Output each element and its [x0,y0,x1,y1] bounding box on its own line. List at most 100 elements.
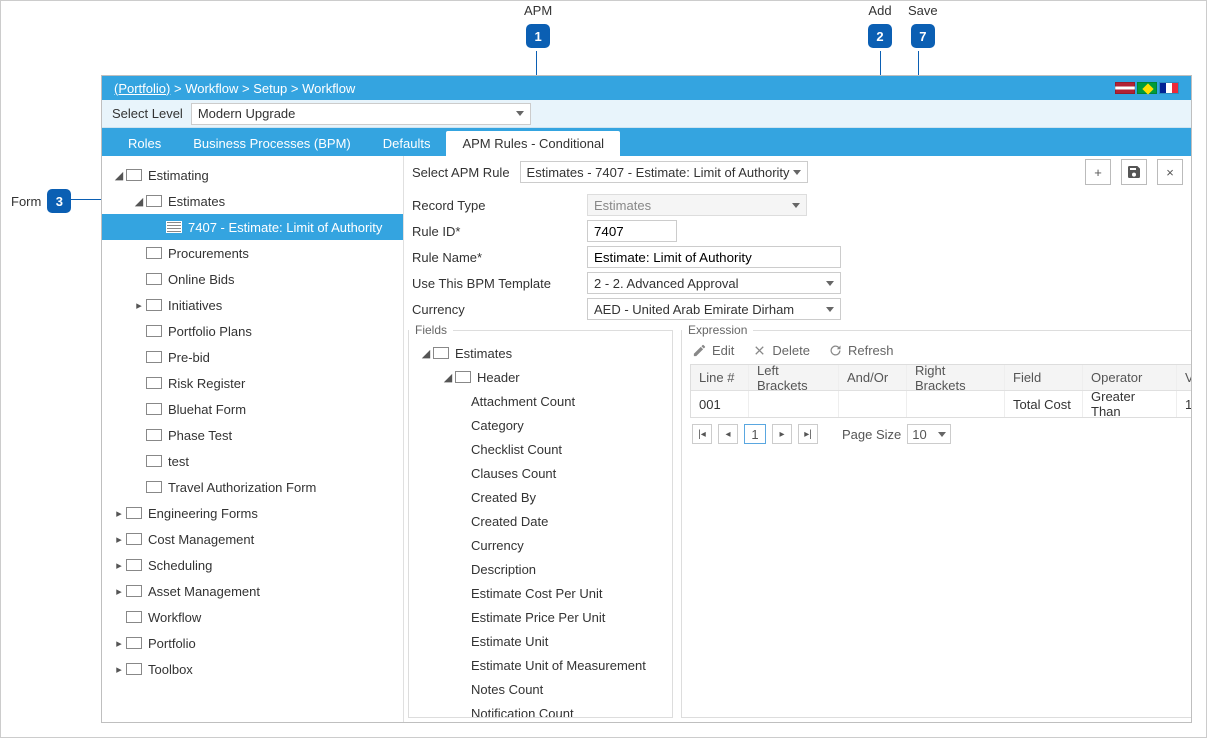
tree-item-estimates[interactable]: ◢Estimates [102,188,403,214]
folder-icon [126,637,142,649]
fields-item-label: Category [471,418,524,433]
tree-item-portfolio-plans[interactable]: Portfolio Plans [102,318,403,344]
save-button[interactable] [1121,159,1147,185]
tree-item-risk-register[interactable]: Risk Register [102,370,403,396]
tree-item-workflow[interactable]: Workflow [102,604,403,630]
breadcrumb-workflow[interactable]: Workflow [185,81,238,96]
fields-item[interactable]: Estimate Price Per Unit [411,605,670,629]
delete-button[interactable]: Delete [752,343,810,358]
select-level-label: Select Level [112,106,183,121]
rule-name-input[interactable] [587,246,841,268]
currency-dropdown[interactable]: AED - United Arab Emirate Dirham [587,298,841,320]
grid-data-row[interactable]: 001 Total Cost Greater Than 100000 [691,391,1191,417]
fields-item[interactable]: Created By [411,485,670,509]
tree-item-procurements[interactable]: Procurements [102,240,403,266]
fields-item[interactable]: Currency [411,533,670,557]
tree-item-scheduling[interactable]: ▸Scheduling [102,552,403,578]
tree-item-asset-management[interactable]: ▸Asset Management [102,578,403,604]
expression-toolbar: Edit Delete Refresh [682,337,1191,364]
folder-icon [146,455,162,467]
fields-item[interactable]: Checklist Count [411,437,670,461]
fields-item[interactable]: Estimate Cost Per Unit [411,581,670,605]
fields-item[interactable]: Clauses Count [411,461,670,485]
tree-label: Portfolio [148,636,196,651]
fields-label: Header [477,370,520,385]
col-right-brackets[interactable]: Right Brackets [907,365,1005,390]
fields-item-label: Clauses Count [471,466,556,481]
fields-item[interactable]: Created Date [411,509,670,533]
pager-prev-button[interactable]: ◂ [718,424,738,444]
tree-label: Estimates [168,194,225,209]
rule-id-label: Rule ID* [412,224,577,239]
tree-item-travel-auth[interactable]: Travel Authorization Form [102,474,403,500]
tree-item-phase-test[interactable]: Phase Test [102,422,403,448]
fields-item[interactable]: Notification Count [411,701,670,717]
fields-item[interactable]: Category [411,413,670,437]
tree-label: Bluehat Form [168,402,246,417]
breadcrumb-portfolio[interactable]: (Portfolio) [114,81,170,96]
callout-add: Add 2 [868,3,892,48]
rule-id-input[interactable] [587,220,677,242]
close-button[interactable]: × [1157,159,1183,185]
fields-item[interactable]: Description [411,557,670,581]
pager-next-button[interactable]: ▸ [772,424,792,444]
folder-icon [146,247,162,259]
add-button[interactable]: + [1085,159,1111,185]
bpm-template-dropdown[interactable]: 2 - 2. Advanced Approval [587,272,841,294]
tab-roles[interactable]: Roles [112,131,177,156]
fields-item[interactable]: Estimate Unit [411,629,670,653]
tree-label: Engineering Forms [148,506,258,521]
fields-header[interactable]: ◢Header [411,365,670,389]
edit-button[interactable]: Edit [692,343,734,358]
tree-item-initiatives[interactable]: ▸Initiatives [102,292,403,318]
col-and-or[interactable]: And/Or [839,365,907,390]
pager-last-button[interactable]: ▸| [798,424,818,444]
tree-label: Workflow [148,610,201,625]
tree-sidebar[interactable]: ◢Estimating ◢Estimates 7407 - Estimate: … [102,156,404,722]
select-apm-rule-dropdown[interactable]: Estimates - 7407 - Estimate: Limit of Au… [520,161,808,183]
pager-current-page[interactable]: 1 [744,424,766,444]
select-level-dropdown[interactable]: Modern Upgrade [191,103,531,125]
fields-item[interactable]: Estimate Unit of Measurement [411,653,670,677]
tree-item-test[interactable]: test [102,448,403,474]
tab-apm-rules[interactable]: APM Rules - Conditional [446,131,620,156]
tree-item-portfolio[interactable]: ▸Portfolio [102,630,403,656]
tree-item-estimating[interactable]: ◢Estimating [102,162,403,188]
col-operator[interactable]: Operator [1083,365,1177,390]
breadcrumb-sep: > [174,81,185,96]
tab-bpm[interactable]: Business Processes (BPM) [177,131,367,156]
col-line-no[interactable]: Line # [691,365,749,390]
refresh-button[interactable]: Refresh [828,343,894,358]
fields-item[interactable]: Notes Count [411,677,670,701]
save-icon [1126,164,1142,180]
folder-icon [126,611,142,623]
tab-defaults[interactable]: Defaults [367,131,447,156]
fields-root[interactable]: ◢Estimates [411,341,670,365]
tree-label: Asset Management [148,584,260,599]
col-field[interactable]: Field [1005,365,1083,390]
breadcrumb-setup[interactable]: Setup [253,81,287,96]
tree-item-engineering-forms[interactable]: ▸Engineering Forms [102,500,403,526]
tree-item-cost-management[interactable]: ▸Cost Management [102,526,403,552]
fields-tree[interactable]: ◢Estimates ◢Header Attachment Count Categ… [409,337,672,717]
flag-fr-icon[interactable] [1159,82,1179,94]
page-size-dropdown[interactable]: 10 [907,424,951,444]
currency-value: AED - United Arab Emirate Dirham [594,302,794,317]
flag-br-icon[interactable] [1137,82,1157,94]
tree-item-pre-bid[interactable]: Pre-bid [102,344,403,370]
pager-first-button[interactable]: |◂ [692,424,712,444]
tree-item-online-bids[interactable]: Online Bids [102,266,403,292]
filter-bar: Select Level Modern Upgrade [102,100,1191,128]
x-icon [752,343,767,358]
app-window: (Portfolio) > Workflow > Setup > Workflo… [101,75,1192,723]
tree-item-toolbox[interactable]: ▸Toolbox [102,656,403,682]
breadcrumb-workflow2[interactable]: Workflow [302,81,355,96]
fields-item[interactable]: Attachment Count [411,389,670,413]
col-value[interactable]: Value [1177,365,1191,390]
tree-item-selected-rule[interactable]: 7407 - Estimate: Limit of Authority [102,214,403,240]
flag-us-icon[interactable] [1115,82,1135,94]
rule-name-label: Rule Name* [412,250,577,265]
col-left-brackets[interactable]: Left Brackets [749,365,839,390]
tree-item-bluehat[interactable]: Bluehat Form [102,396,403,422]
delete-label: Delete [772,343,810,358]
